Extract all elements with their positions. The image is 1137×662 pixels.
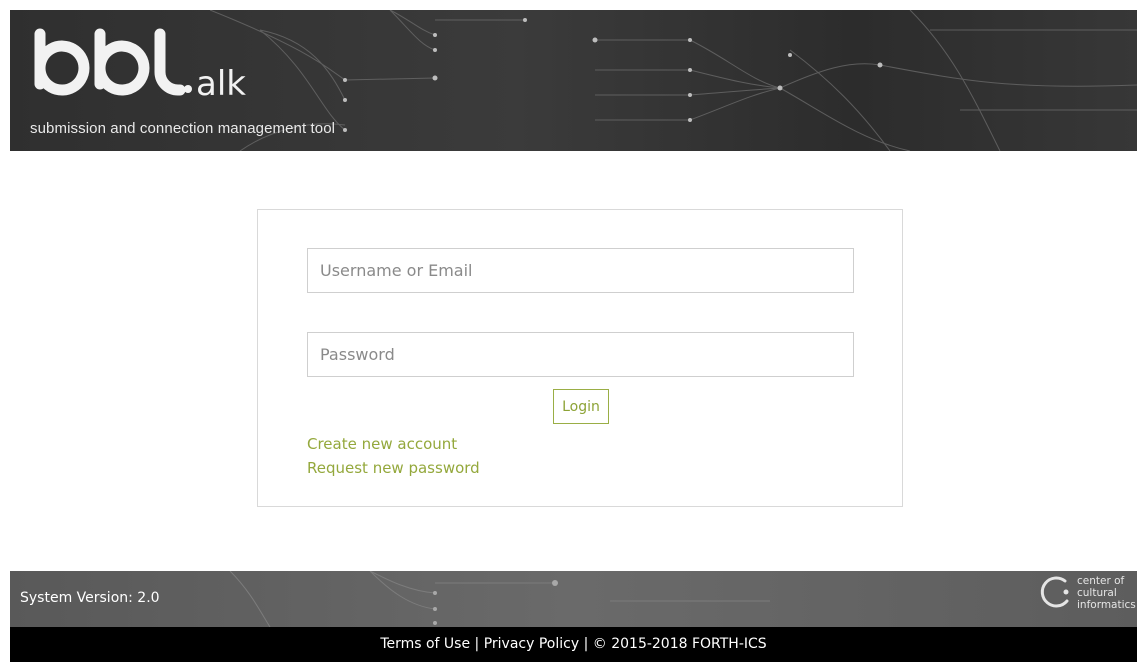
footer-lines-decoration [229,571,770,627]
svg-text:alk: alk [196,64,246,104]
terms-link[interactable]: Terms of Use [380,636,470,652]
request-password-link[interactable]: Request new password [307,459,480,477]
cci-logo-icon [1040,576,1069,608]
bbtalk-logo: alk [32,28,272,113]
copyright: © 2015-2018 FORTH-ICS [592,636,767,652]
create-account-link[interactable]: Create new account [307,435,457,453]
header-subtitle: submission and connection management too… [30,120,336,137]
privacy-link[interactable]: Privacy Policy [484,636,579,652]
password-input[interactable] [307,332,854,377]
system-version: System Version: 2.0 [20,590,160,606]
cci-logo-text: center of cultural informatics [1077,575,1136,611]
footer-band: System Version: 2.0 center of cultural i… [10,571,1137,627]
separator: | [583,636,589,652]
separator: | [474,636,480,652]
login-button[interactable]: Login [553,389,609,424]
login-panel: Login Create new account Request new pas… [257,209,903,507]
cci-logo: center of cultural informatics [1039,575,1137,611]
header-banner: alk submission and connection management… [10,10,1137,151]
username-input[interactable] [307,248,854,293]
bottom-bar: Terms of Use | Privacy Policy | © 2015-2… [10,627,1137,662]
